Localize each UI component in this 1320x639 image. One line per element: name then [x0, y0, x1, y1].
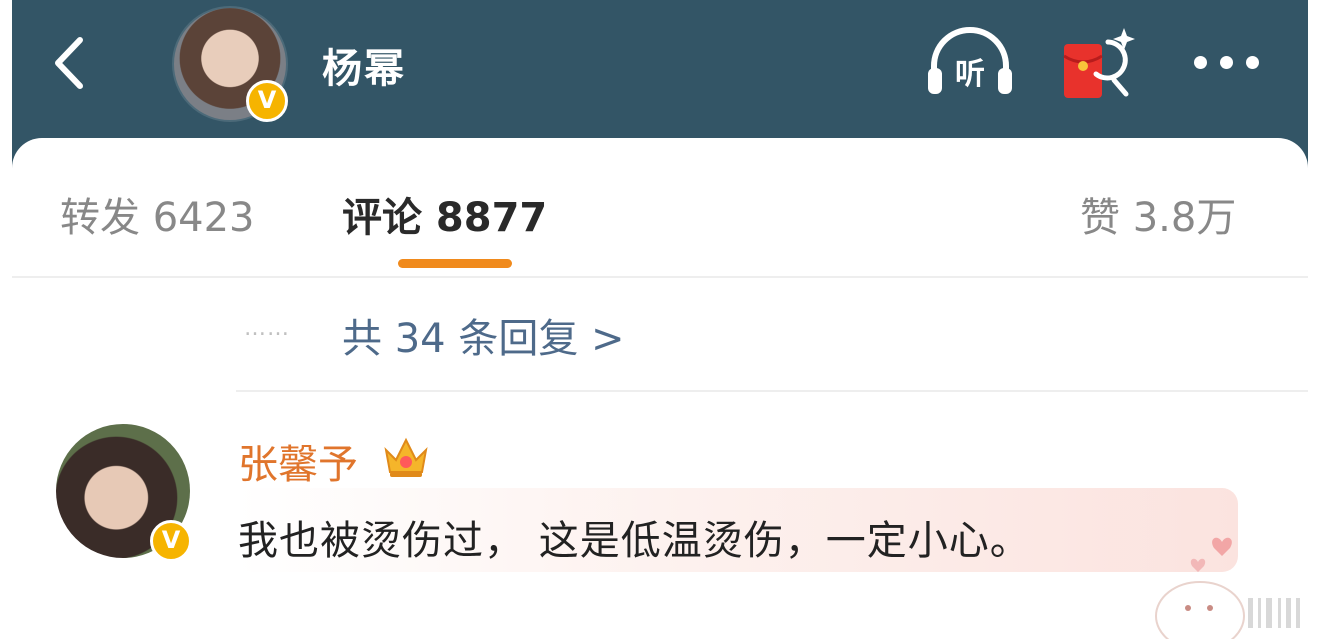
verified-badge-icon: V [150, 520, 192, 562]
page-title: 杨幂 [322, 46, 406, 92]
more-dot [1246, 56, 1259, 69]
comment-text: 我也被烫伤过， 这是低温烫伤，一定小心。 [238, 518, 1031, 564]
more-dot [1194, 56, 1207, 69]
back-arrow-icon[interactable] [40, 28, 100, 98]
more-dot [1220, 56, 1233, 69]
comment-sticker-icon [1155, 537, 1300, 639]
headphones-icon[interactable]: 听 [922, 24, 1018, 102]
crown-icon [384, 437, 428, 477]
verified-badge-icon: V [246, 80, 288, 122]
listen-label: 听 [955, 57, 985, 92]
commenter-name[interactable]: 张馨予 [238, 432, 358, 490]
tab-comments[interactable]: 评论 8877 [342, 185, 547, 243]
reply-ellipsis: …… [244, 316, 290, 341]
more-replies-link[interactable]: 共 34 条回复 > [342, 306, 625, 364]
tab-likes[interactable]: 赞 3.8万 [1080, 185, 1236, 243]
tab-reposts[interactable]: 转发 6423 [60, 185, 255, 243]
red-packet-icon[interactable] [1058, 24, 1136, 104]
more-icon[interactable] [1190, 44, 1270, 80]
active-tab-indicator [398, 259, 512, 268]
comment-divider [236, 390, 1308, 392]
tab-divider [12, 276, 1308, 278]
